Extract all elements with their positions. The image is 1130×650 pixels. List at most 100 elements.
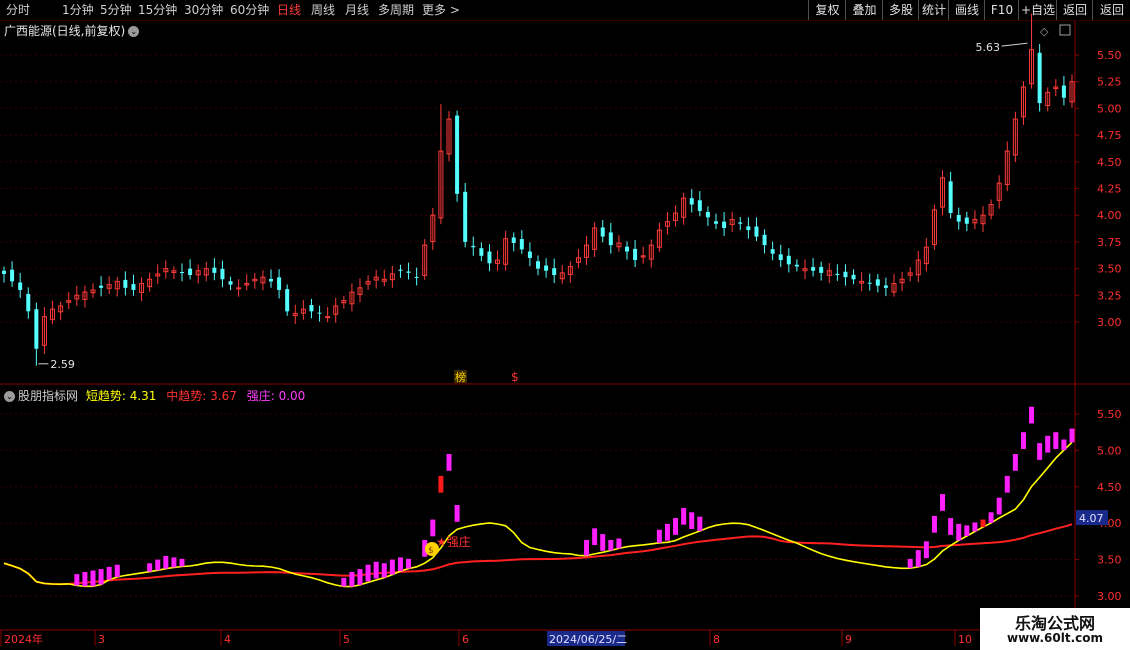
candle-body <box>843 271 848 278</box>
strong-bar <box>1029 406 1035 424</box>
candle-body <box>455 115 460 194</box>
strong-bar <box>697 516 703 531</box>
strong-bar <box>147 563 153 572</box>
candle-body <box>738 222 743 224</box>
candle-body <box>277 277 282 290</box>
candle-body <box>228 281 233 285</box>
candle-body <box>778 254 783 261</box>
max-price-label: 5.63 <box>976 41 1001 54</box>
candle-body <box>608 232 613 246</box>
candle-body <box>762 234 767 246</box>
date-cursor-label: 2024/06/25/二 <box>549 633 627 646</box>
date-label: 6 <box>462 633 469 646</box>
strong-bar <box>446 454 452 471</box>
strong-bar <box>430 519 436 537</box>
strong-bar <box>98 569 104 585</box>
signal-label: ★强庄 <box>436 534 471 549</box>
price-tick-label: 3.00 <box>1097 316 1122 329</box>
strong-bar <box>907 558 913 569</box>
min-price-label: 2.59 <box>50 358 74 371</box>
candle-body <box>697 200 702 211</box>
strong-bar <box>171 557 177 568</box>
strong-bar <box>365 564 371 582</box>
candle-body <box>285 289 290 312</box>
candle-body <box>948 181 953 214</box>
strong-bar <box>341 577 347 587</box>
money-bag-glyph: $ <box>428 546 434 556</box>
candle-body <box>309 304 314 312</box>
indicator-tick-label: 5.50 <box>1097 408 1122 421</box>
strong-bar <box>664 523 670 541</box>
panel-toggle-icon <box>1059 24 1071 36</box>
candle-body <box>794 264 799 267</box>
candle-body <box>536 261 540 269</box>
strong-bar <box>349 571 355 587</box>
candle-body <box>188 268 193 276</box>
date-label: 2024年 <box>4 632 43 646</box>
strong-bar <box>357 569 363 585</box>
candle-body <box>633 248 638 261</box>
candle-body <box>180 271 184 273</box>
stock-name-label: 广西能源(日线,前复权) <box>4 24 126 38</box>
stock-title: 广西能源(日线,前复权) ⌄ <box>4 22 140 39</box>
candle-body <box>964 217 969 224</box>
chevron-down-icon[interactable]: ⌄ <box>128 26 140 37</box>
candle-body <box>714 221 718 224</box>
candle-body <box>2 270 6 274</box>
candle-body <box>1037 52 1042 104</box>
strong-bar <box>1053 432 1059 449</box>
watermark-url: www.60lt.com <box>1006 631 1104 645</box>
candle-body <box>600 227 605 237</box>
candle-body <box>212 267 217 273</box>
candle-body <box>511 237 516 243</box>
strong-bar <box>163 555 169 569</box>
candle-body <box>552 268 557 276</box>
strong-bar <box>608 539 614 551</box>
candle-body <box>18 282 23 290</box>
strong-bar <box>1004 475 1010 493</box>
candle-body <box>398 269 403 271</box>
date-label: 4 <box>224 633 231 646</box>
candle-body <box>414 276 419 278</box>
candle-body <box>819 266 824 273</box>
date-label: 5 <box>343 633 350 646</box>
candle-body <box>26 293 31 312</box>
candle-body <box>851 274 856 280</box>
strong-bar <box>155 559 161 571</box>
strong-bar <box>600 534 606 551</box>
chevron-down-icon[interactable]: ⌄ <box>4 391 15 402</box>
candle-body <box>770 249 775 254</box>
candle-body <box>786 255 791 265</box>
strong-bar <box>114 564 120 577</box>
date-label: 10 <box>958 633 972 646</box>
candle-body <box>406 271 411 273</box>
strong-bar <box>923 541 929 559</box>
marker-bang-label: 榜 <box>455 370 466 384</box>
candle-body <box>99 285 104 288</box>
date-label: 3 <box>98 633 105 646</box>
candle-body <box>479 248 484 256</box>
mid-trend-value: 3.67 <box>210 389 237 403</box>
candle-body <box>123 279 128 288</box>
price-chart[interactable]: 5.50 5.25 5.00 4.75 4.50 4.25 4.00 3.75 3.50 3.25… <box>0 0 1130 650</box>
date-label: 9 <box>845 633 852 646</box>
strong-bar <box>656 529 662 543</box>
candle-body <box>811 267 816 271</box>
candle-body <box>1061 85 1066 98</box>
strong-bar <box>681 507 687 525</box>
short-trend-value: 4.31 <box>129 389 157 403</box>
price-tick-label: 5.50 <box>1097 49 1122 62</box>
strong-bar <box>673 518 679 535</box>
price-tick-label: 3.25 <box>1097 289 1122 302</box>
candle-body <box>10 269 15 282</box>
candle-body <box>883 285 888 288</box>
mid-trend-line <box>3 523 1073 586</box>
date-label: 8 <box>713 633 720 646</box>
strong-bar <box>1020 432 1026 449</box>
strong-bar <box>940 494 946 511</box>
strong-bar <box>931 515 937 533</box>
diamond-icon: ◇ <box>1040 25 1049 38</box>
strong-bar <box>972 522 978 532</box>
strong-bar <box>381 563 387 578</box>
price-tick-label: 4.50 <box>1097 156 1122 169</box>
